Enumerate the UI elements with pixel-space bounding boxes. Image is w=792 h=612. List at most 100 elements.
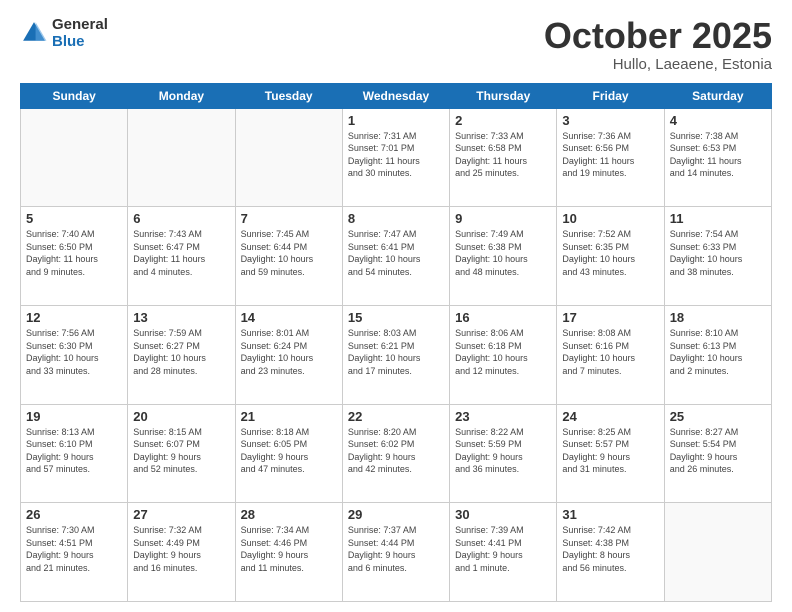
table-row: 12 Sunrise: 7:56 AM Sunset: 6:30 PM Dayli…: [21, 305, 128, 404]
page: General Blue October 2025 Hullo, Laeaene…: [0, 0, 792, 612]
calendar-week-2: 12 Sunrise: 7:56 AM Sunset: 6:30 PM Dayli…: [21, 305, 772, 404]
day-number: 3: [562, 113, 658, 128]
logo-icon: [20, 19, 48, 47]
calendar-week-0: 1 Sunrise: 7:31 AM Sunset: 7:01 PM Daylig…: [21, 108, 772, 207]
table-row: 14 Sunrise: 8:01 AM Sunset: 6:24 PM Dayli…: [235, 305, 342, 404]
col-wednesday: Wednesday: [342, 83, 449, 108]
day-number: 17: [562, 310, 658, 325]
table-row: [235, 108, 342, 207]
logo-text: General Blue: [52, 16, 108, 50]
day-number: 2: [455, 113, 551, 128]
table-row: 30 Sunrise: 7:39 AM Sunset: 4:41 PM Dayli…: [450, 503, 557, 602]
day-number: 14: [241, 310, 337, 325]
table-row: 3 Sunrise: 7:36 AM Sunset: 6:56 PM Daylig…: [557, 108, 664, 207]
day-number: 28: [241, 507, 337, 522]
table-row: 29Sunrise: 7:37 AM Sunset: 4:44 PM Dayli…: [342, 503, 449, 602]
day-info: Sunrise: 7:56 AM Sunset: 6:30 PM Dayligh…: [26, 327, 122, 377]
day-info: Sunrise: 7:47 AM Sunset: 6:41 PM Dayligh…: [348, 228, 444, 278]
day-info: Sunrise: 7:49 AM Sunset: 6:38 PM Dayligh…: [455, 228, 551, 278]
day-number: 25: [670, 409, 766, 424]
day-number: 31: [562, 507, 658, 522]
header: General Blue October 2025 Hullo, Laeaene…: [20, 16, 772, 73]
day-number: 1: [348, 113, 444, 128]
calendar-week-1: 5 Sunrise: 7:40 AM Sunset: 6:50 PM Daylig…: [21, 207, 772, 306]
col-monday: Monday: [128, 83, 235, 108]
day-number: 12: [26, 310, 122, 325]
day-info: Sunrise: 8:18 AM Sunset: 6:05 PM Dayligh…: [241, 426, 337, 476]
day-info: Sunrise: 7:31 AM Sunset: 7:01 PM Dayligh…: [348, 130, 444, 180]
day-number: 29: [348, 507, 444, 522]
day-number: 21: [241, 409, 337, 424]
day-number: 6: [133, 211, 229, 226]
day-number: 23: [455, 409, 551, 424]
day-info: Sunrise: 7:40 AM Sunset: 6:50 PM Dayligh…: [26, 228, 122, 278]
table-row: 6 Sunrise: 7:43 AM Sunset: 6:47 PM Daylig…: [128, 207, 235, 306]
table-row: [21, 108, 128, 207]
day-info: Sunrise: 8:15 AM Sunset: 6:07 PM Dayligh…: [133, 426, 229, 476]
day-number: 24: [562, 409, 658, 424]
day-info: Sunrise: 8:03 AM Sunset: 6:21 PM Dayligh…: [348, 327, 444, 377]
table-row: 31 Sunrise: 7:42 AM Sunset: 4:38 PM Dayli…: [557, 503, 664, 602]
table-row: 9 Sunrise: 7:49 AM Sunset: 6:38 PM Daylig…: [450, 207, 557, 306]
table-row: 13Sunrise: 7:59 AM Sunset: 6:27 PM Dayli…: [128, 305, 235, 404]
table-row: 18 Sunrise: 8:10 AM Sunset: 6:13 PM Dayli…: [664, 305, 771, 404]
col-saturday: Saturday: [664, 83, 771, 108]
day-number: 27: [133, 507, 229, 522]
day-info: Sunrise: 8:13 AM Sunset: 6:10 PM Dayligh…: [26, 426, 122, 476]
table-row: 19Sunrise: 8:13 AM Sunset: 6:10 PM Dayli…: [21, 404, 128, 503]
day-number: 15: [348, 310, 444, 325]
table-row: 27 Sunrise: 7:32 AM Sunset: 4:49 PM Dayli…: [128, 503, 235, 602]
table-row: 20Sunrise: 8:15 AM Sunset: 6:07 PM Dayli…: [128, 404, 235, 503]
day-number: 10: [562, 211, 658, 226]
table-row: 26 Sunrise: 7:30 AM Sunset: 4:51 PM Dayli…: [21, 503, 128, 602]
day-info: Sunrise: 7:30 AM Sunset: 4:51 PM Dayligh…: [26, 524, 122, 574]
table-row: 8 Sunrise: 7:47 AM Sunset: 6:41 PM Daylig…: [342, 207, 449, 306]
day-info: Sunrise: 7:42 AM Sunset: 4:38 PM Dayligh…: [562, 524, 658, 574]
calendar-week-3: 19Sunrise: 8:13 AM Sunset: 6:10 PM Dayli…: [21, 404, 772, 503]
col-thursday: Thursday: [450, 83, 557, 108]
subtitle: Hullo, Laeaene, Estonia: [544, 56, 772, 73]
day-number: 9: [455, 211, 551, 226]
day-info: Sunrise: 8:25 AM Sunset: 5:57 PM Dayligh…: [562, 426, 658, 476]
day-info: Sunrise: 8:01 AM Sunset: 6:24 PM Dayligh…: [241, 327, 337, 377]
day-number: 4: [670, 113, 766, 128]
table-row: 5 Sunrise: 7:40 AM Sunset: 6:50 PM Daylig…: [21, 207, 128, 306]
table-row: 15 Sunrise: 8:03 AM Sunset: 6:21 PM Dayli…: [342, 305, 449, 404]
col-sunday: Sunday: [21, 83, 128, 108]
logo: General Blue: [20, 16, 108, 50]
table-row: 21 Sunrise: 8:18 AM Sunset: 6:05 PM Dayli…: [235, 404, 342, 503]
table-row: 28 Sunrise: 7:34 AM Sunset: 4:46 PM Dayli…: [235, 503, 342, 602]
table-row: 23 Sunrise: 8:22 AM Sunset: 5:59 PM Dayli…: [450, 404, 557, 503]
day-number: 7: [241, 211, 337, 226]
day-number: 30: [455, 507, 551, 522]
col-tuesday: Tuesday: [235, 83, 342, 108]
table-row: 1 Sunrise: 7:31 AM Sunset: 7:01 PM Daylig…: [342, 108, 449, 207]
day-number: 26: [26, 507, 122, 522]
day-info: Sunrise: 7:45 AM Sunset: 6:44 PM Dayligh…: [241, 228, 337, 278]
day-number: 18: [670, 310, 766, 325]
day-number: 11: [670, 211, 766, 226]
day-info: Sunrise: 7:38 AM Sunset: 6:53 PM Dayligh…: [670, 130, 766, 180]
day-number: 22: [348, 409, 444, 424]
day-number: 5: [26, 211, 122, 226]
day-info: Sunrise: 7:43 AM Sunset: 6:47 PM Dayligh…: [133, 228, 229, 278]
day-info: Sunrise: 7:39 AM Sunset: 4:41 PM Dayligh…: [455, 524, 551, 574]
day-info: Sunrise: 7:34 AM Sunset: 4:46 PM Dayligh…: [241, 524, 337, 574]
day-info: Sunrise: 7:32 AM Sunset: 4:49 PM Dayligh…: [133, 524, 229, 574]
day-info: Sunrise: 7:59 AM Sunset: 6:27 PM Dayligh…: [133, 327, 229, 377]
table-row: 2 Sunrise: 7:33 AM Sunset: 6:58 PM Daylig…: [450, 108, 557, 207]
table-row: 24 Sunrise: 8:25 AM Sunset: 5:57 PM Dayli…: [557, 404, 664, 503]
month-title: October 2025: [544, 16, 772, 56]
calendar-table: Sunday Monday Tuesday Wednesday Thursday…: [20, 83, 772, 602]
table-row: [128, 108, 235, 207]
day-info: Sunrise: 8:10 AM Sunset: 6:13 PM Dayligh…: [670, 327, 766, 377]
day-info: Sunrise: 8:22 AM Sunset: 5:59 PM Dayligh…: [455, 426, 551, 476]
calendar-week-4: 26 Sunrise: 7:30 AM Sunset: 4:51 PM Dayli…: [21, 503, 772, 602]
table-row: 25 Sunrise: 8:27 AM Sunset: 5:54 PM Dayli…: [664, 404, 771, 503]
day-number: 8: [348, 211, 444, 226]
day-info: Sunrise: 8:27 AM Sunset: 5:54 PM Dayligh…: [670, 426, 766, 476]
day-info: Sunrise: 7:33 AM Sunset: 6:58 PM Dayligh…: [455, 130, 551, 180]
day-info: Sunrise: 8:08 AM Sunset: 6:16 PM Dayligh…: [562, 327, 658, 377]
title-block: October 2025 Hullo, Laeaene, Estonia: [544, 16, 772, 73]
day-info: Sunrise: 7:36 AM Sunset: 6:56 PM Dayligh…: [562, 130, 658, 180]
